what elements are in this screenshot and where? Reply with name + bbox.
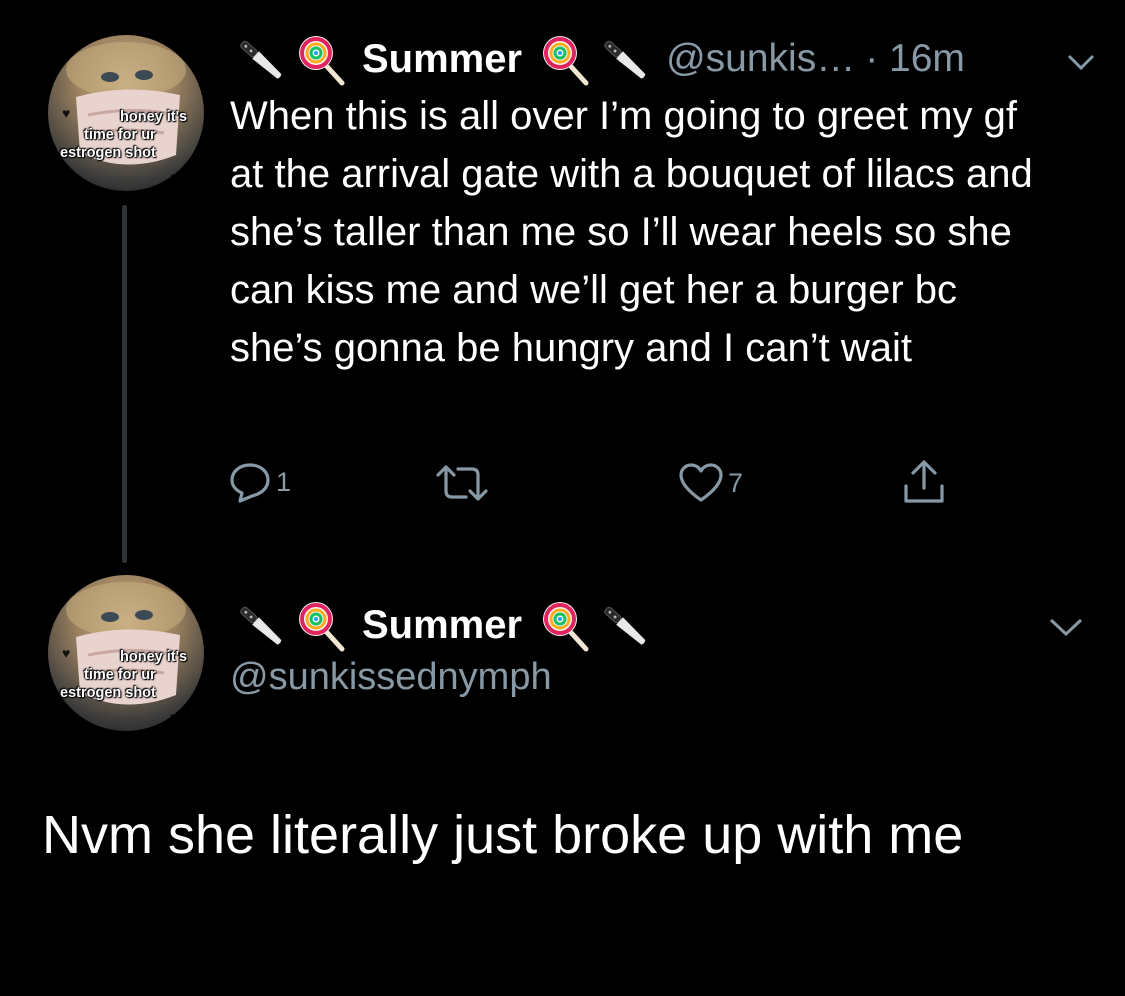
knife-icon bbox=[240, 606, 282, 645]
avatar[interactable]: honey it's time for ur estrogen shot ♥ ♥ bbox=[48, 35, 204, 191]
retweet-icon bbox=[436, 465, 488, 501]
tweet-header: Summer bbox=[230, 596, 1050, 654]
thread-connector bbox=[122, 205, 127, 563]
knife-icon bbox=[604, 40, 646, 79]
share-icon[interactable] bbox=[902, 458, 946, 506]
reply-icon bbox=[230, 463, 270, 503]
heart-icon: ♥ bbox=[170, 709, 179, 725]
reply-button[interactable]: 1 bbox=[228, 459, 291, 505]
lollipop-icon bbox=[543, 602, 589, 652]
chevron-down-icon[interactable] bbox=[1066, 52, 1096, 72]
lollipop-icon bbox=[299, 602, 345, 652]
display-name[interactable]: Summer bbox=[362, 37, 522, 82]
heart-icon: ♥ bbox=[170, 169, 179, 185]
display-name[interactable]: Summer bbox=[362, 603, 522, 648]
avatar-caption-3: estrogen shot bbox=[60, 145, 156, 161]
retweet-button[interactable] bbox=[432, 462, 492, 504]
avatar-caption-2: time for ur bbox=[84, 667, 156, 683]
like-icon bbox=[679, 463, 723, 502]
tweet-text: When this is all over I’m going to greet… bbox=[230, 94, 1033, 370]
heart-icon: ♥ bbox=[62, 645, 71, 661]
heart-icon: ♥ bbox=[62, 105, 71, 121]
avatar-caption-1: honey it's bbox=[120, 649, 188, 665]
handle[interactable]: @sunkissednymph bbox=[230, 656, 552, 699]
avatar-caption-2: time for ur bbox=[84, 127, 156, 143]
tweet-text: Nvm she literally just broke up with me bbox=[42, 805, 964, 865]
like-button[interactable]: 7 bbox=[678, 460, 743, 506]
like-count: 7 bbox=[728, 467, 744, 498]
tweet-2[interactable]: honey it's time for ur estrogen shot ♥ ♥… bbox=[0, 570, 1125, 996]
lollipop-icon bbox=[543, 36, 589, 86]
tweet-1[interactable]: honey it's time for ur estrogen shot ♥ ♥… bbox=[0, 0, 1125, 575]
lollipop-icon bbox=[299, 36, 345, 86]
tweet-header: Summer @sunkis… · 16m bbox=[230, 30, 1110, 88]
timestamp[interactable]: · 16m bbox=[865, 37, 965, 81]
reply-count: 1 bbox=[276, 466, 292, 497]
avatar-caption-3: estrogen shot bbox=[60, 685, 156, 701]
avatar-caption-1: honey it's bbox=[120, 109, 188, 125]
knife-icon bbox=[604, 606, 646, 645]
avatar[interactable]: honey it's time for ur estrogen shot ♥ ♥ bbox=[48, 575, 204, 731]
knife-icon bbox=[240, 40, 282, 79]
handle[interactable]: @sunkis… bbox=[666, 37, 855, 81]
chevron-down-icon[interactable] bbox=[1048, 616, 1084, 638]
